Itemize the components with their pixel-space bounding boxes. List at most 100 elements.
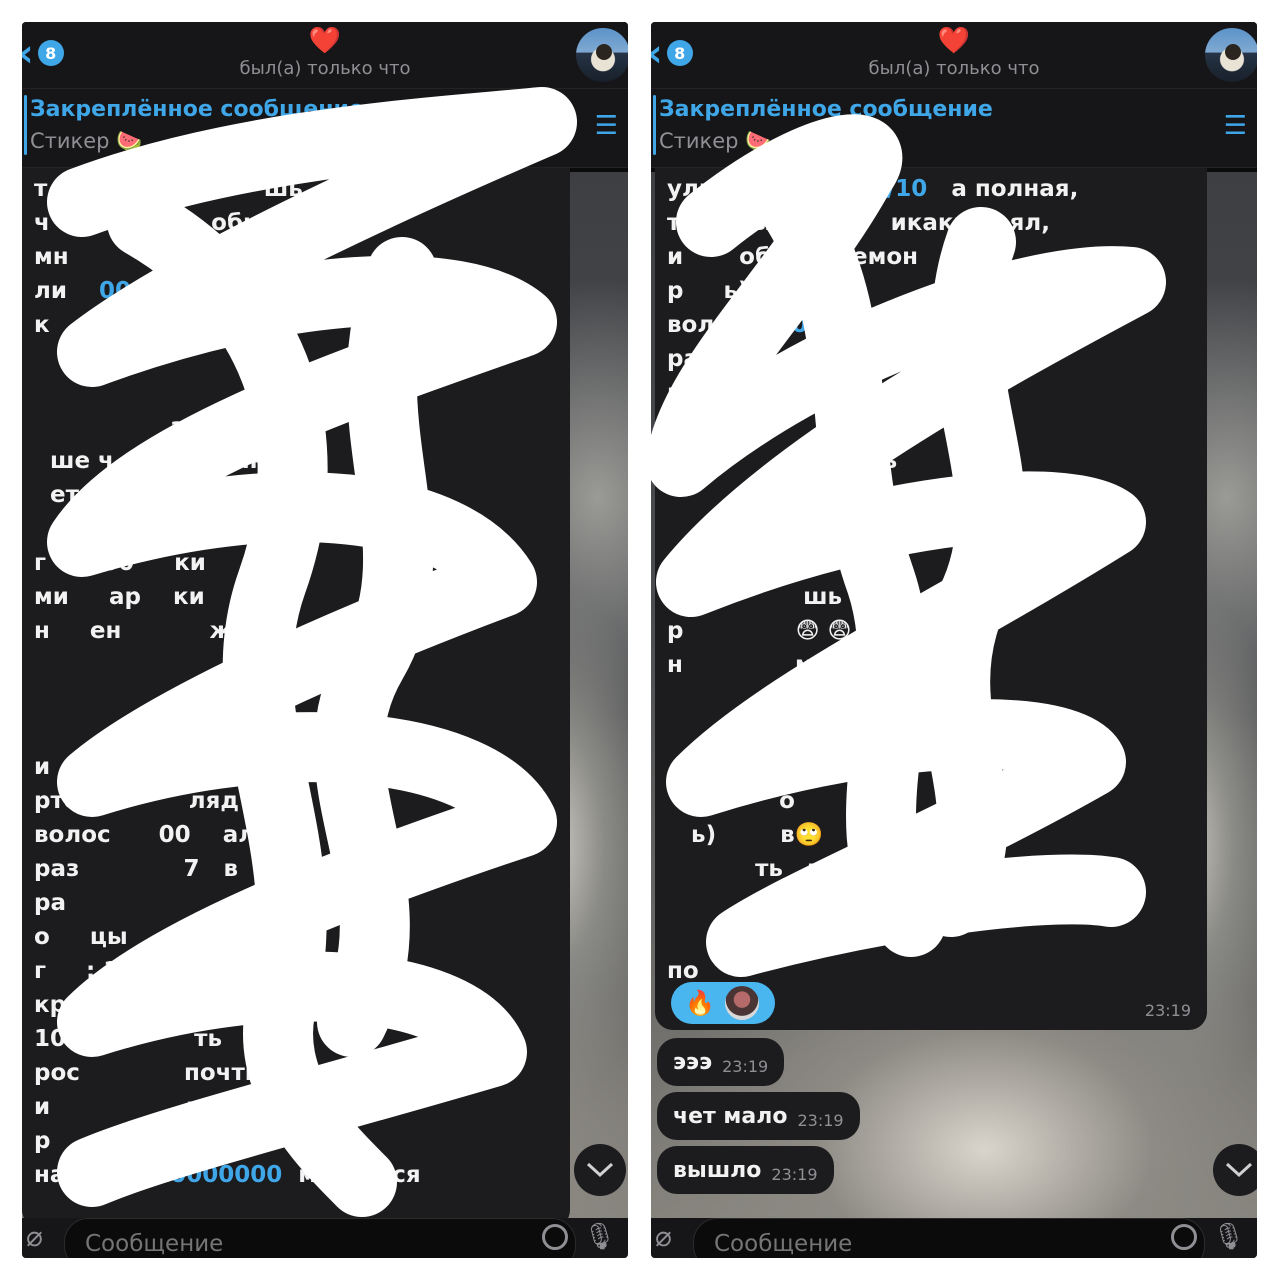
avatar-figure — [596, 44, 612, 60]
message-line: на ние: 10000000 меняется — [34, 1162, 421, 1188]
sticker-icon[interactable] — [542, 1224, 568, 1250]
pin-list-icon[interactable]: ☰ — [1224, 111, 1247, 141]
message-line: ет вообще — [34, 482, 271, 508]
contact-name[interactable]: ❤️ — [651, 26, 1257, 56]
pinned-subtitle: Стикер 🍉 — [659, 129, 772, 153]
message-line: рос почти — [34, 1060, 261, 1086]
message-bubble[interactable]: т 100000000/ шь ч стая обще мн кии ли 000 к… — [22, 168, 570, 1228]
message-line: о чоч — [667, 414, 875, 440]
reaction-chip[interactable]: 🔥 — [671, 982, 775, 1024]
chat-screen-left: ‹ 8 ❤️ был(а) только что Закреплённое со… — [22, 22, 628, 1258]
message-line: г : 10 ешь — [34, 958, 262, 984]
reply-text: чет мало — [673, 1103, 788, 1129]
message-input[interactable] — [64, 1218, 576, 1258]
pinned-message-bar[interactable]: Закреплённое сообщение Стикер 🍉 ☰ — [22, 89, 628, 168]
pinned-message-bar[interactable]: Закреплённое сообщение Стикер 🍉 ☰ — [651, 89, 1257, 168]
message-line: т 100000000/ шь — [34, 176, 303, 202]
message-line: шь — [667, 584, 843, 610]
chevron-down-icon — [586, 1162, 614, 1178]
message-line: раз тн у — [667, 346, 837, 372]
pinned-title: Закреплённое сообщение — [30, 97, 364, 122]
message-line: р ь) вы — [667, 278, 792, 304]
message-line: г 00 ки — [34, 550, 206, 576]
reply-time: 23:19 — [797, 1110, 844, 1130]
message-line: с(но — [667, 720, 851, 746]
message-line: ра о — [667, 380, 803, 406]
message-line — [667, 750, 1195, 784]
message-line: почти — [667, 550, 881, 576]
message-line: ту ы не ну икакие рял, — [667, 210, 1050, 236]
message-line: ч стая обще — [34, 210, 285, 236]
message-line: о — [667, 788, 795, 814]
message-time: 23:19 — [1144, 1001, 1191, 1020]
microphone-icon[interactable]: 🎙 — [1212, 1222, 1245, 1252]
message-line: ра — [34, 890, 66, 916]
message-line — [34, 376, 558, 410]
message-line: кр то жн за — [34, 992, 283, 1018]
number-link[interactable]: 0000 — [776, 312, 840, 338]
message-line: а бля — [34, 414, 242, 440]
message-text: улыбка 00000/10 а полная, ту ы не ну икак… — [655, 168, 1207, 992]
number-link[interactable]: 10000000 — [154, 1162, 282, 1188]
reply-bubble[interactable]: вышло 23:19 — [657, 1146, 834, 1194]
message-line: ть нивать — [667, 856, 897, 882]
pinned-title: Закреплённое сообщение — [659, 97, 993, 122]
message-line: наешь — [667, 448, 898, 474]
message-line: ке чо — [667, 924, 890, 950]
number-link[interactable]: 000 — [99, 278, 147, 304]
reaction-avatar — [724, 986, 759, 1020]
message-line: можн за — [667, 482, 906, 508]
message-line: р и так т 😨 — [34, 1128, 261, 1154]
message-line: ми ар ки в — [34, 584, 260, 610]
message-input[interactable] — [693, 1218, 1205, 1258]
scroll-down-button[interactable] — [1213, 1144, 1257, 1196]
message-line: ая т — [34, 346, 110, 372]
number-link[interactable]: 00000/10 — [807, 176, 927, 202]
message-line: жн рял, — [34, 720, 258, 746]
paperclip-icon[interactable]: ⌀ — [26, 1220, 43, 1253]
scroll-down-button[interactable] — [574, 1144, 626, 1196]
message-line: ли 000 ка — [34, 278, 227, 304]
message-line — [667, 512, 1195, 546]
sticker-icon[interactable] — [1171, 1224, 1197, 1250]
reply-text: вышло — [673, 1157, 762, 1183]
message-line — [34, 512, 558, 546]
message-bubble[interactable]: улыбка 00000/10 а полная, ту ы не ну икак… — [655, 168, 1207, 1030]
reply-text: эээ — [673, 1049, 713, 1075]
input-bar: ⌀ 🎙 — [22, 1218, 628, 1258]
contact-status: был(а) только что — [868, 58, 1040, 79]
chat-screen-right: ‹ 8 ❤️ был(а) только что Закреплённое со… — [651, 22, 1257, 1258]
message-line: ртом(ч ляд с — [34, 788, 277, 814]
input-bar: ⌀ 🎙 — [651, 1218, 1257, 1258]
pinned-subtitle: Стикер 🍉 — [30, 129, 143, 153]
avatar[interactable] — [576, 28, 628, 82]
reply-bubble[interactable]: эээ 23:19 — [657, 1038, 785, 1086]
microphone-icon[interactable]: 🎙 — [583, 1222, 616, 1252]
message-text: т 100000000/ шь ч стая обще мн кии ли 000 к… — [22, 168, 570, 1196]
chat-header: ‹ 8 ❤️ был(а) только что — [22, 22, 628, 89]
message-line: мн кии — [34, 244, 245, 270]
message-line: тно иногда — [667, 686, 935, 712]
message-line: н ен ж — [34, 618, 233, 644]
message-line: р 😨 😨 — [667, 618, 852, 644]
message-line: раз 7 в — [34, 856, 239, 882]
pinned-indicator — [653, 95, 656, 155]
pinned-indicator — [24, 95, 27, 155]
message-line: 10 ть — [34, 1026, 222, 1052]
message-line: и люб — [34, 754, 186, 780]
message-line: ная, — [34, 686, 226, 712]
message-line: к и — [34, 312, 194, 338]
message-line: и ь — [34, 1094, 201, 1120]
message-line: н меняется — [667, 652, 918, 678]
avatar[interactable] — [1205, 28, 1257, 82]
message-line: 99 10 — [667, 890, 852, 916]
message-line: ше ч ет мне — [34, 448, 282, 474]
reply-bubble[interactable]: чет мало 23:19 — [657, 1092, 860, 1140]
pin-list-icon[interactable]: ☰ — [595, 111, 618, 141]
message-line: о цы оч — [34, 924, 256, 950]
message-line: волос 0000 — [667, 312, 840, 338]
contact-name[interactable]: ❤️ — [22, 26, 628, 56]
paperclip-icon[interactable]: ⌀ — [655, 1220, 672, 1253]
number-link[interactable]: 100000000/ — [71, 176, 223, 202]
fire-icon: 🔥 — [685, 989, 715, 1017]
